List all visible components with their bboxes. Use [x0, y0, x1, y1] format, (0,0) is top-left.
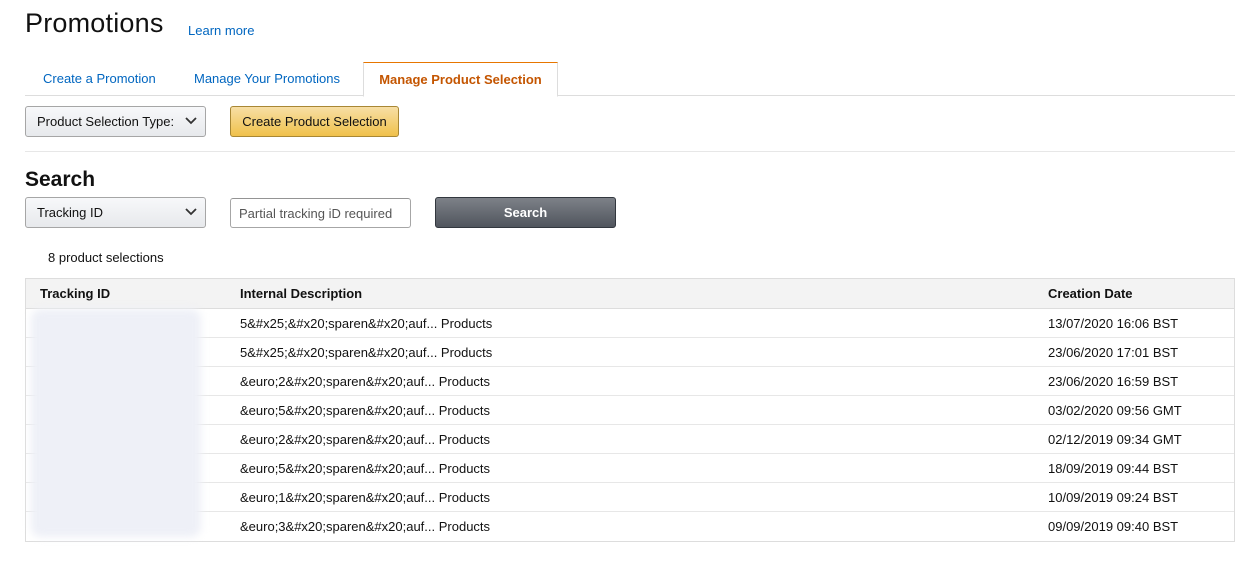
product-selection-type-dropdown[interactable]: Product Selection Type:: [25, 106, 206, 137]
create-product-selection-button[interactable]: Create Product Selection: [230, 106, 399, 137]
description-cell: &euro;2&#x20;sparen&#x20;auf... Products: [240, 374, 491, 389]
table-header: Tracking ID Internal Description Creatio…: [26, 279, 1234, 309]
date-cell: 23/06/2020 17:01 BST: [1048, 345, 1179, 360]
chevron-down-icon: [185, 208, 197, 216]
table-row[interactable]: &euro;5&#x20;sparen&#x20;auf... Products…: [26, 396, 1234, 425]
table-row[interactable]: &euro;2&#x20;sparen&#x20;auf... Products…: [26, 425, 1234, 454]
table-row[interactable]: &euro;2&#x20;sparen&#x20;auf... Products…: [26, 367, 1234, 396]
table-row[interactable]: 5&#x25;&#x20;sparen&#x20;auf... Products…: [26, 309, 1234, 338]
search-input[interactable]: [230, 198, 411, 228]
learn-more-link[interactable]: Learn more: [188, 23, 254, 38]
date-cell: 13/07/2020 16:06 BST: [1048, 316, 1179, 331]
search-field-selected: Tracking ID: [37, 205, 103, 220]
description-cell: 5&#x25;&#x20;sparen&#x20;auf... Products: [240, 345, 493, 360]
redaction-blur: [31, 309, 201, 537]
description-cell: &euro;3&#x20;sparen&#x20;auf... Products: [240, 519, 491, 534]
table-row[interactable]: 5&#x25;&#x20;sparen&#x20;auf... Products…: [26, 338, 1234, 367]
search-field-dropdown[interactable]: Tracking ID: [25, 197, 206, 228]
date-cell: 23/06/2020 16:59 BST: [1048, 374, 1179, 389]
product-selection-type-label: Product Selection Type:: [37, 114, 175, 129]
results-count: 8 product selections: [48, 250, 164, 265]
table-row[interactable]: &euro;5&#x20;sparen&#x20;auf... Products…: [26, 454, 1234, 483]
date-cell: 03/02/2020 09:56 GMT: [1048, 403, 1182, 418]
tab-bar: Create a Promotion Manage Your Promotion…: [25, 62, 1235, 97]
column-header-creation-date[interactable]: Creation Date: [1048, 279, 1133, 309]
date-cell: 18/09/2019 09:44 BST: [1048, 461, 1179, 476]
description-cell: &euro;5&#x20;sparen&#x20;auf... Products: [240, 461, 491, 476]
date-cell: 10/09/2019 09:24 BST: [1048, 490, 1179, 505]
tab-create-promotion[interactable]: Create a Promotion: [43, 62, 156, 96]
page-title: Promotions: [25, 8, 164, 38]
description-cell: &euro;5&#x20;sparen&#x20;auf... Products: [240, 403, 491, 418]
description-cell: &euro;2&#x20;sparen&#x20;auf... Products: [240, 432, 491, 447]
column-header-internal-description[interactable]: Internal Description: [240, 279, 362, 309]
table-row[interactable]: &euro;1&#x20;sparen&#x20;auf... Products…: [26, 483, 1234, 512]
divider: [25, 151, 1235, 152]
search-heading: Search: [25, 168, 96, 191]
search-button[interactable]: Search: [435, 197, 616, 228]
description-cell: &euro;1&#x20;sparen&#x20;auf... Products: [240, 490, 491, 505]
column-header-tracking-id[interactable]: Tracking ID: [40, 279, 110, 309]
description-cell: 5&#x25;&#x20;sparen&#x20;auf... Products: [240, 316, 493, 331]
tab-manage-product-selection[interactable]: Manage Product Selection: [363, 62, 558, 97]
results-table: Tracking ID Internal Description Creatio…: [25, 278, 1235, 542]
chevron-down-icon: [185, 117, 197, 125]
date-cell: 09/09/2019 09:40 BST: [1048, 519, 1179, 534]
date-cell: 02/12/2019 09:34 GMT: [1048, 432, 1182, 447]
tab-manage-promotions[interactable]: Manage Your Promotions: [194, 62, 340, 96]
table-row[interactable]: &euro;3&#x20;sparen&#x20;auf... Products…: [26, 512, 1234, 541]
